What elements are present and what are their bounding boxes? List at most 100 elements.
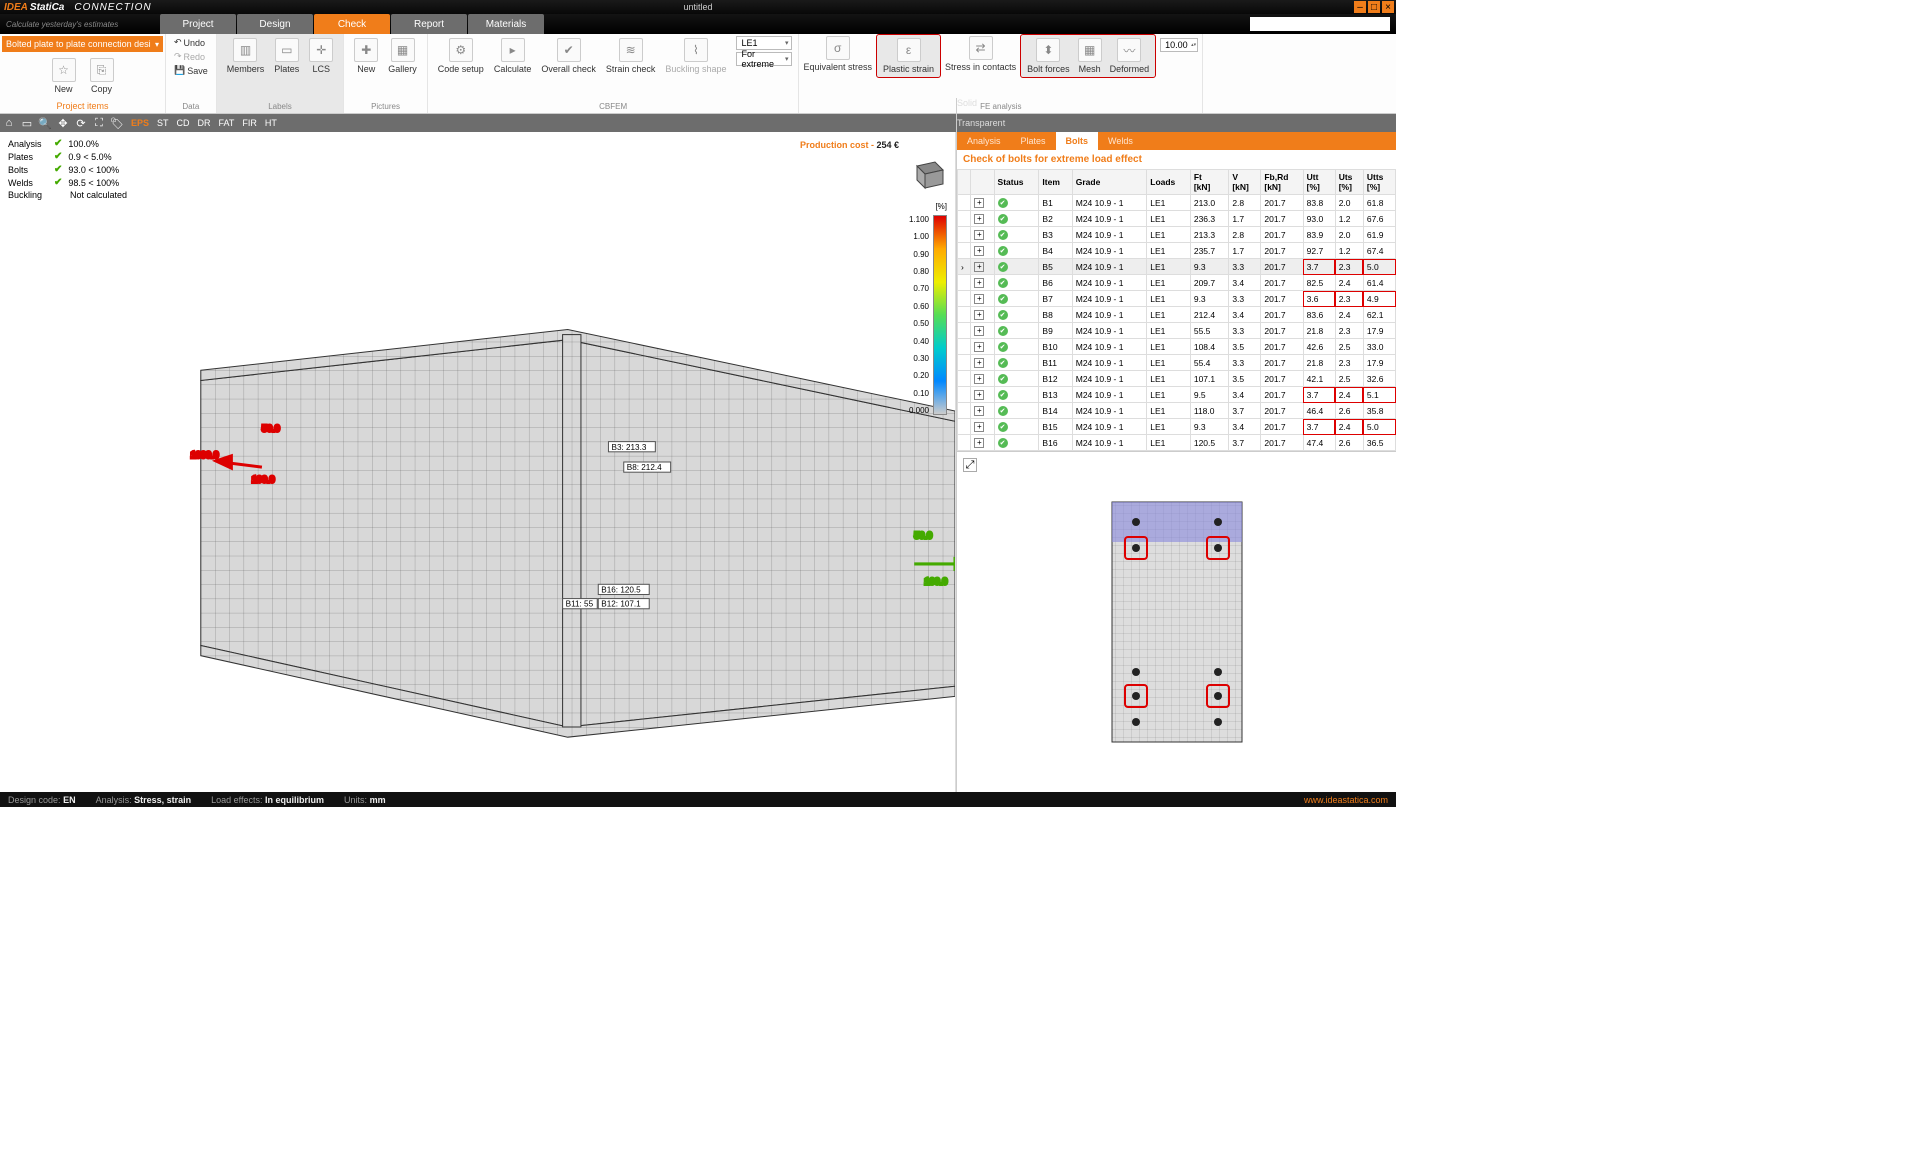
save-button[interactable]: 💾 Save bbox=[172, 64, 210, 77]
table-row[interactable]: +✔B4M24 10.9 - 1LE1235.71.7201.792.71.26… bbox=[958, 243, 1396, 259]
plastic-strain-button[interactable]: εPlastic strain bbox=[879, 36, 938, 76]
zoom-window-icon[interactable]: ▭ bbox=[18, 117, 36, 130]
expand-row-icon[interactable]: + bbox=[974, 326, 984, 336]
3d-viewport[interactable]: Production cost - 254 € 1000.0 100.0 50.… bbox=[160, 132, 956, 792]
strain-check-button[interactable]: ≋Strain check bbox=[602, 36, 660, 76]
search-box[interactable] bbox=[1250, 17, 1390, 31]
subtab-eps[interactable]: EPS bbox=[130, 118, 150, 128]
bolt-forces-button[interactable]: ⬍Bolt forces bbox=[1023, 36, 1074, 76]
undo-button[interactable]: ↶ Undo bbox=[172, 36, 210, 49]
table-row[interactable]: +✔B1M24 10.9 - 1LE1213.02.8201.783.82.06… bbox=[958, 195, 1396, 211]
close-button[interactable]: × bbox=[1382, 1, 1394, 13]
gallery-button[interactable]: ▦Gallery bbox=[384, 36, 421, 76]
subtab-dr[interactable]: DR bbox=[197, 118, 212, 128]
maximize-button[interactable]: □ bbox=[1368, 1, 1380, 13]
expand-row-icon[interactable]: + bbox=[974, 342, 984, 352]
expand-row-icon[interactable]: + bbox=[974, 438, 984, 448]
expand-row-icon[interactable]: + bbox=[974, 310, 984, 320]
results-tab-plates[interactable]: Plates bbox=[1011, 132, 1056, 150]
new-icon: ☆ bbox=[52, 58, 76, 82]
zoom-icon[interactable]: 🔍 bbox=[36, 117, 54, 130]
expand-row-icon[interactable]: + bbox=[974, 406, 984, 416]
strain-icon: ≋ bbox=[619, 38, 643, 62]
plates-icon: ▭ bbox=[275, 38, 299, 62]
expand-preview-icon[interactable]: ⤢ bbox=[963, 458, 977, 472]
overall-check-button[interactable]: ✔Overall check bbox=[537, 36, 600, 76]
rotate-icon[interactable]: ⟳ bbox=[72, 117, 90, 130]
calculate-button[interactable]: ▸Calculate bbox=[490, 36, 536, 76]
expand-row-icon[interactable]: + bbox=[974, 374, 984, 384]
subtab-fat[interactable]: FAT bbox=[218, 118, 236, 128]
table-row[interactable]: ›+✔B5M24 10.9 - 1LE19.33.3201.73.72.35.0 bbox=[958, 259, 1396, 275]
table-row[interactable]: +✔B8M24 10.9 - 1LE1212.43.4201.783.62.46… bbox=[958, 307, 1396, 323]
minimize-button[interactable]: – bbox=[1354, 1, 1366, 13]
table-row[interactable]: +✔B3M24 10.9 - 1LE1213.32.8201.783.92.06… bbox=[958, 227, 1396, 243]
project-item-combo[interactable]: Bolted plate to plate connection desi bbox=[2, 36, 163, 52]
table-row[interactable]: +✔B6M24 10.9 - 1LE1209.73.4201.782.52.46… bbox=[958, 275, 1396, 291]
scale-spinner[interactable]: 10.00 bbox=[1160, 38, 1198, 52]
orientation-cube-icon[interactable] bbox=[907, 156, 947, 192]
expand-row-icon[interactable]: + bbox=[974, 294, 984, 304]
tab-report[interactable]: Report bbox=[391, 14, 467, 34]
expand-row-icon[interactable]: + bbox=[974, 262, 984, 272]
pan-icon[interactable]: ✥ bbox=[54, 117, 72, 130]
results-tab-welds[interactable]: Welds bbox=[1098, 132, 1143, 150]
table-row[interactable]: +✔B2M24 10.9 - 1LE1236.31.7201.793.01.26… bbox=[958, 211, 1396, 227]
expand-row-icon[interactable]: + bbox=[974, 198, 984, 208]
status-ok-icon: ✔ bbox=[998, 406, 1008, 416]
home-icon[interactable]: ⌂ bbox=[0, 117, 18, 129]
search-input[interactable] bbox=[1250, 17, 1390, 31]
members-button[interactable]: ▥Members bbox=[223, 36, 269, 76]
table-row[interactable]: +✔B16M24 10.9 - 1LE1120.53.7201.747.42.6… bbox=[958, 435, 1396, 451]
results-tab-analysis[interactable]: Analysis bbox=[957, 132, 1011, 150]
code-setup-button[interactable]: ⚙Code setup bbox=[434, 36, 488, 76]
results-tab-bolts[interactable]: Bolts bbox=[1056, 132, 1099, 150]
expand-row-icon[interactable]: + bbox=[974, 214, 984, 224]
table-row[interactable]: +✔B15M24 10.9 - 1LE19.33.4201.73.72.45.0 bbox=[958, 419, 1396, 435]
website-link[interactable]: www.ideastatica.com bbox=[1304, 795, 1388, 805]
table-row[interactable]: +✔B11M24 10.9 - 1LE155.43.3201.721.82.31… bbox=[958, 355, 1396, 371]
table-row[interactable]: +✔B9M24 10.9 - 1LE155.53.3201.721.82.317… bbox=[958, 323, 1396, 339]
expand-row-icon[interactable]: + bbox=[974, 422, 984, 432]
table-row[interactable]: +✔B14M24 10.9 - 1LE1118.03.7201.746.42.6… bbox=[958, 403, 1396, 419]
expand-row-icon[interactable]: + bbox=[974, 230, 984, 240]
eq-stress-button[interactable]: σEquivalent stress bbox=[799, 34, 876, 78]
tag-icon[interactable]: 🏷 bbox=[108, 117, 126, 130]
viewmode-transparent[interactable]: Transparent bbox=[957, 118, 1388, 128]
new-button[interactable]: ☆New bbox=[48, 56, 80, 96]
tab-project[interactable]: Project bbox=[160, 14, 236, 34]
tab-design[interactable]: Design bbox=[237, 14, 313, 34]
plate-preview[interactable]: ⤢ bbox=[957, 451, 1396, 792]
pic-new-button[interactable]: ✚New bbox=[350, 36, 382, 76]
expand-row-icon[interactable]: + bbox=[974, 246, 984, 256]
copy-icon: ⎘ bbox=[90, 58, 114, 82]
expand-row-icon[interactable]: + bbox=[974, 358, 984, 368]
lcs-button[interactable]: ✛LCS bbox=[305, 36, 337, 76]
subtab-st[interactable]: ST bbox=[156, 118, 170, 128]
expand-row-icon[interactable]: + bbox=[974, 278, 984, 288]
code-icon: ⚙ bbox=[449, 38, 473, 62]
extreme-combo[interactable]: For extreme bbox=[736, 52, 792, 66]
tab-materials[interactable]: Materials bbox=[468, 14, 544, 34]
table-row[interactable]: +✔B12M24 10.9 - 1LE1107.13.5201.742.12.5… bbox=[958, 371, 1396, 387]
table-caption: Check of bolts for extreme load effect bbox=[957, 150, 1396, 169]
table-row[interactable]: +✔B13M24 10.9 - 1LE19.53.4201.73.72.45.1 bbox=[958, 387, 1396, 403]
tab-check[interactable]: Check bbox=[314, 14, 390, 34]
stress-contacts-button[interactable]: ⇄Stress in contacts bbox=[941, 34, 1020, 78]
color-legend: [%] 1.1001.000.900.800.700.600.500.400.3… bbox=[909, 202, 947, 415]
subtab-ht[interactable]: HT bbox=[264, 118, 278, 128]
table-row[interactable]: +✔B10M24 10.9 - 1LE1108.43.5201.742.62.5… bbox=[958, 339, 1396, 355]
svg-text:50.0: 50.0 bbox=[914, 530, 932, 540]
load-combo[interactable]: LE1 bbox=[736, 36, 792, 50]
deformed-button[interactable]: 〰Deformed bbox=[1106, 36, 1154, 76]
subtab-cd[interactable]: CD bbox=[176, 118, 191, 128]
mesh-button[interactable]: ▦Mesh bbox=[1074, 36, 1106, 76]
plate-svg bbox=[1107, 497, 1247, 747]
expand-row-icon[interactable]: + bbox=[974, 390, 984, 400]
copy-button[interactable]: ⎘Copy bbox=[86, 56, 118, 96]
fullscreen-icon[interactable]: ⛶ bbox=[90, 117, 108, 130]
viewmode-solid[interactable]: Solid bbox=[957, 98, 1388, 108]
subtab-fir[interactable]: FIR bbox=[241, 118, 258, 128]
table-row[interactable]: +✔B7M24 10.9 - 1LE19.33.3201.73.62.34.9 bbox=[958, 291, 1396, 307]
plates-button[interactable]: ▭Plates bbox=[270, 36, 303, 76]
